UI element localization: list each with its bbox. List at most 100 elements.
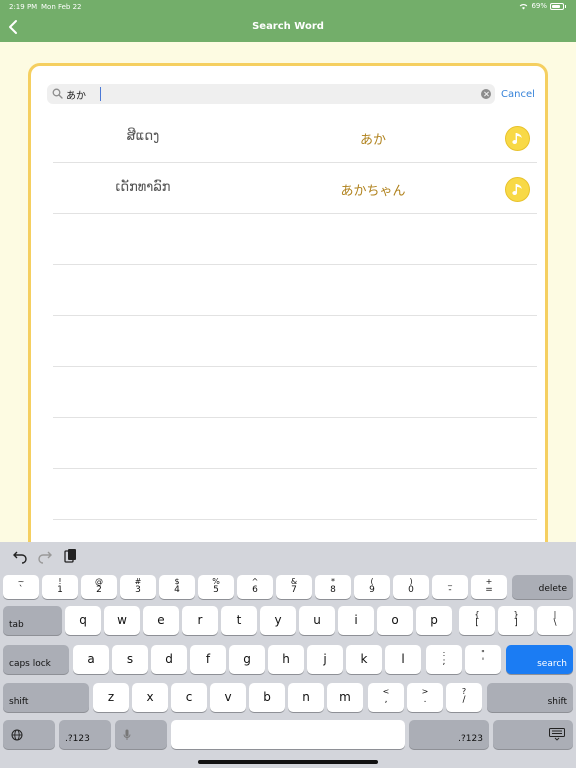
key-u[interactable]: u (299, 606, 335, 635)
key-period[interactable]: >. (407, 683, 443, 712)
key-2[interactable]: @2 (81, 575, 117, 599)
row-divider (53, 468, 537, 469)
cancel-button[interactable]: Cancel (501, 89, 535, 100)
key-7[interactable]: & 7 (276, 575, 312, 599)
key-k[interactable]: k (346, 645, 382, 674)
key-p[interactable]: p (416, 606, 452, 635)
row-divider (53, 519, 537, 520)
microphone-icon (123, 729, 131, 740)
key-t[interactable]: t (221, 606, 257, 635)
shift-right-key[interactable]: shift (487, 683, 573, 712)
row-divider (53, 264, 537, 265)
key-g[interactable]: g (229, 645, 265, 674)
home-indicator (198, 760, 378, 764)
key-e[interactable]: e (143, 606, 179, 635)
key-z[interactable]: z (93, 683, 129, 712)
key-8[interactable]: * 8 (315, 575, 351, 599)
navigation-bar: 2:19 PM Mon Feb 22 69% Search Word (0, 0, 576, 42)
search-input[interactable] (66, 84, 466, 104)
tab-key[interactable]: tab (3, 606, 62, 635)
search-bar[interactable] (47, 84, 495, 104)
row-divider (53, 417, 537, 418)
battery-icon (550, 2, 564, 10)
key-6[interactable]: ^ 6 (237, 575, 273, 599)
status-bar: 2:19 PM Mon Feb 22 69% (0, 2, 576, 14)
play-sound-button[interactable] (505, 177, 530, 202)
lao-word: ສີແດງ (126, 129, 160, 144)
row-divider (53, 366, 537, 367)
japanese-word: あか (359, 133, 386, 148)
undo-icon[interactable] (12, 548, 28, 564)
key-w[interactable]: w (104, 606, 140, 635)
space-key[interactable] (171, 720, 405, 749)
key-f[interactable]: f (190, 645, 226, 674)
key-h[interactable]: h (268, 645, 304, 674)
key-slash[interactable]: ? / (446, 683, 482, 712)
wifi-icon (520, 3, 528, 9)
key-minus[interactable]: _ - (432, 575, 468, 599)
key-o[interactable]: o (377, 606, 413, 635)
key-q[interactable]: q (65, 606, 101, 635)
key-quote[interactable]: " ' (465, 645, 501, 674)
page-title: Search Word (252, 21, 324, 32)
numbers-right-key[interactable]: .?123 (409, 720, 489, 749)
caps-lock-key[interactable]: caps lock (3, 645, 69, 674)
numbers-left-key[interactable]: .?123 (59, 720, 111, 749)
lao-word: ເດັກທາລົກ (115, 180, 171, 195)
key-b[interactable]: b (249, 683, 285, 712)
key-x[interactable]: x (132, 683, 168, 712)
key-c[interactable]: c (171, 683, 207, 712)
row-divider (53, 315, 537, 316)
clear-text-icon[interactable] (481, 89, 491, 99)
key-r[interactable]: r (182, 606, 218, 635)
key-semicolon[interactable]: :; (426, 645, 462, 674)
key-v[interactable]: v (210, 683, 246, 712)
search-icon (52, 88, 63, 99)
key-5[interactable]: % 5 (198, 575, 234, 599)
key-backslash[interactable]: | \ (537, 606, 573, 635)
key-l[interactable]: l (385, 645, 421, 674)
key-comma[interactable]: <, (368, 683, 404, 712)
key-s[interactable]: s (112, 645, 148, 674)
on-screen-keyboard: ~ ` ! 1 @2 #3 $4 % 5 ^ 6 & 7 * 8 (9 ) 0 _ - + = d… (0, 542, 576, 768)
delete-key[interactable]: delete (512, 575, 573, 599)
key-n[interactable]: n (288, 683, 324, 712)
status-right: 69% (519, 2, 566, 10)
keyboard-dismiss-icon (549, 728, 565, 741)
search-key[interactable]: search (506, 645, 573, 674)
music-note-icon (512, 133, 522, 145)
key-0[interactable]: ) 0 (393, 575, 429, 599)
key-d[interactable]: d (151, 645, 187, 674)
battery-tip (565, 4, 566, 8)
paste-icon[interactable] (62, 548, 78, 564)
battery-percent: 69% (531, 2, 547, 10)
status-date: Mon Feb 22 (41, 3, 82, 11)
search-results-card: Cancel ສີແດງ あか ເດັກທາລົກ あかちゃん (28, 63, 548, 563)
key-j[interactable]: j (307, 645, 343, 674)
key-y[interactable]: y (260, 606, 296, 635)
result-row[interactable]: ສີແດງ あか (53, 112, 537, 163)
dictation-key[interactable] (115, 720, 167, 749)
key-equals[interactable]: + = (471, 575, 507, 599)
key-i[interactable]: i (338, 606, 374, 635)
result-row[interactable]: ເດັກທາລົກ あかちゃん (53, 163, 537, 214)
play-sound-button[interactable] (505, 126, 530, 151)
key-m[interactable]: m (327, 683, 363, 712)
key-9[interactable]: (9 (354, 575, 390, 599)
music-note-icon (512, 184, 522, 196)
key-1[interactable]: ! 1 (42, 575, 78, 599)
key-3[interactable]: #3 (120, 575, 156, 599)
globe-key[interactable] (3, 720, 55, 749)
key-4[interactable]: $4 (159, 575, 195, 599)
text-cursor (100, 87, 101, 101)
key-a[interactable]: a (73, 645, 109, 674)
japanese-word: あかちゃん (340, 184, 406, 199)
status-time: 2:19 PM (9, 3, 38, 11)
key-right-bracket[interactable]: }] (498, 606, 534, 635)
hide-keyboard-key[interactable] (493, 720, 573, 749)
shift-left-key[interactable]: shift (3, 683, 89, 712)
key-left-bracket[interactable]: {[ (459, 606, 495, 635)
key-backtick[interactable]: ~ ` (3, 575, 39, 599)
redo-icon[interactable] (37, 548, 53, 564)
globe-icon (11, 729, 23, 741)
